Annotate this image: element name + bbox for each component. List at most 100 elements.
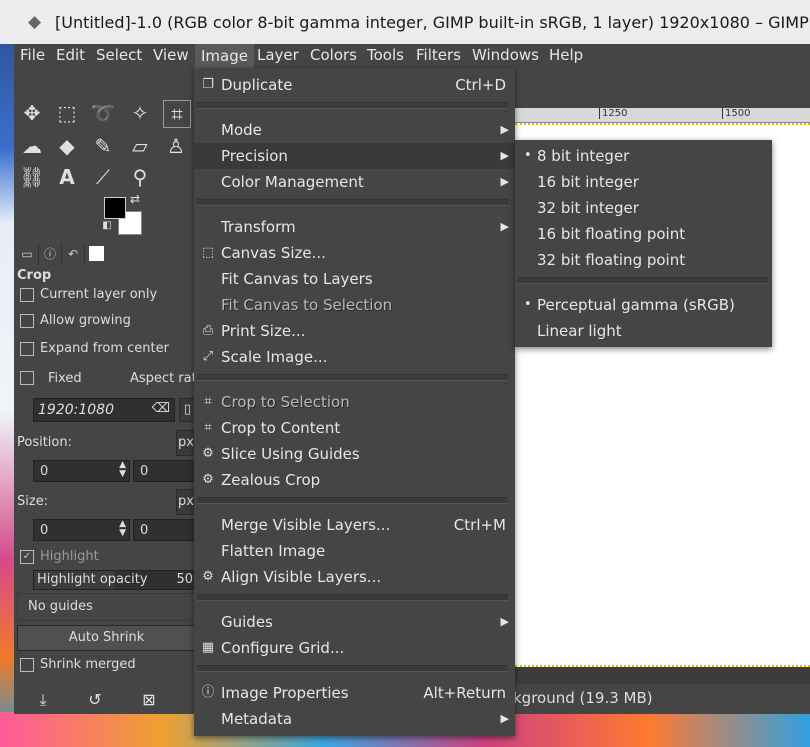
- menu-item-align-visible-layers[interactable]: ⚙ Align Visible Layers...: [194, 564, 515, 590]
- menu-item-image-properties[interactable]: ⓘ Image Properties Alt+Return: [194, 680, 515, 706]
- text-tool-icon[interactable]: A: [54, 164, 80, 190]
- duplicate-icon: ❐: [202, 77, 214, 92]
- submenu-arrow-icon: ▶: [500, 615, 509, 628]
- allow-growing-checkbox[interactable]: [20, 314, 34, 328]
- menu-item-crop-to-content[interactable]: ⌗ Crop to Content: [194, 415, 515, 441]
- menu-image[interactable]: Image: [195, 44, 254, 68]
- menu-item-fit-canvas-to-selection[interactable]: Fit Canvas to Selection: [194, 292, 515, 318]
- gamma-item-perceptual[interactable]: • Perceptual gamma (sRGB): [515, 292, 772, 318]
- expand-from-center-checkbox[interactable]: [20, 342, 34, 356]
- position-y-input[interactable]: 0: [133, 460, 196, 482]
- menu-item-scale-image[interactable]: ⤢ Scale Image...: [194, 344, 515, 370]
- menu-item-print-size[interactable]: ⎙ Print Size...: [194, 318, 515, 344]
- highlight-checkbox[interactable]: ✓: [20, 550, 34, 564]
- default-colors-icon[interactable]: ◧: [100, 219, 114, 233]
- menu-filters[interactable]: Filters: [416, 46, 461, 64]
- menu-select[interactable]: Select: [96, 46, 142, 64]
- move-tool-icon[interactable]: ✥: [19, 100, 45, 126]
- delete-options-icon[interactable]: ⊠: [136, 687, 162, 713]
- size-unit-select[interactable]: px: [176, 489, 196, 515]
- restore-options-icon[interactable]: ↺: [82, 687, 108, 713]
- highlight-label: Highlight: [40, 549, 99, 564]
- menu-colors[interactable]: Colors: [310, 46, 357, 64]
- device-status-tab-icon[interactable]: ⓘ: [39, 243, 62, 265]
- aspect-ratio-select[interactable]: Aspect ratio: [130, 371, 194, 386]
- menu-tools[interactable]: Tools: [367, 46, 404, 64]
- shrink-merged-label: Shrink merged: [40, 657, 136, 672]
- lasso-tool-icon[interactable]: ➰: [90, 100, 116, 126]
- info-icon: ⓘ: [201, 685, 215, 700]
- fuzzy-select-tool-icon[interactable]: ✧: [127, 100, 153, 126]
- color-picker-tool-icon[interactable]: ⟋: [90, 164, 116, 190]
- foreground-color-swatch[interactable]: [104, 197, 126, 219]
- print-icon: ⎙: [202, 323, 214, 338]
- bucket-fill-tool-icon[interactable]: ◆: [54, 133, 80, 159]
- clear-icon[interactable]: ⌫: [152, 401, 170, 416]
- ratio-input[interactable]: 1920:1080 ⌫: [33, 398, 175, 422]
- tool-options-tab-icon[interactable]: ▭: [16, 243, 39, 265]
- window-title-bar: ◆ [Untitled]-1.0 (RGB color 8-bit gamma …: [0, 0, 810, 44]
- submenu-arrow-icon: ▶: [500, 175, 509, 188]
- position-x-input[interactable]: 0 ▲ ▼: [33, 460, 130, 482]
- submenu-arrow-icon: ▶: [500, 149, 509, 162]
- menu-item-metadata[interactable]: Metadata ▶: [194, 706, 515, 732]
- save-options-icon[interactable]: ⤓: [30, 687, 56, 713]
- fixed-checkbox[interactable]: [20, 371, 34, 385]
- paths-tool-icon[interactable]: ⛓: [19, 164, 45, 190]
- zoom-tool-icon[interactable]: ⚲: [127, 164, 153, 190]
- menu-item-configure-grid[interactable]: ▦ Configure Grid...: [194, 635, 515, 661]
- ratio-value: 1920:1080: [38, 402, 114, 418]
- gamma-item-linear[interactable]: Linear light: [515, 318, 772, 344]
- eraser-tool-icon[interactable]: ▱: [127, 133, 153, 159]
- menu-view[interactable]: View: [153, 46, 189, 64]
- horizontal-ruler: 1250 1500: [515, 108, 810, 123]
- menu-item-guides[interactable]: Guides ▶: [194, 609, 515, 635]
- menu-separator: [518, 277, 769, 284]
- precision-item-32bit-float[interactable]: 32 bit floating point: [515, 247, 772, 273]
- menu-separator: [197, 665, 508, 672]
- auto-shrink-button[interactable]: Auto Shrink: [17, 625, 196, 651]
- menu-item-color-management[interactable]: Color Management ▶: [194, 169, 515, 195]
- menu-file[interactable]: File: [20, 46, 45, 64]
- warp-tool-icon[interactable]: ☁: [19, 133, 45, 159]
- crop-tool-icon[interactable]: ⌗: [163, 100, 191, 128]
- precision-submenu: • 8 bit integer 16 bit integer 32 bit int…: [515, 140, 772, 347]
- menu-item-duplicate[interactable]: ❐ Duplicate Ctrl+D: [194, 72, 515, 98]
- menu-item-canvas-size[interactable]: ⬚ Canvas Size...: [194, 240, 515, 266]
- rect-select-tool-icon[interactable]: ⬚: [54, 100, 80, 126]
- clone-tool-icon[interactable]: ♙: [163, 133, 189, 159]
- menu-item-slice-using-guides[interactable]: ⚙ Slice Using Guides: [194, 441, 515, 467]
- ruler-mark: 1500: [722, 108, 750, 119]
- menu-item-merge-visible-layers[interactable]: Merge Visible Layers... Ctrl+M: [194, 512, 515, 538]
- canvas-size-icon: ⬚: [201, 245, 215, 260]
- menu-separator: [197, 102, 508, 109]
- menu-layer[interactable]: Layer: [257, 46, 299, 64]
- size-x-input[interactable]: 0 ▲ ▼: [33, 519, 130, 541]
- menu-item-zealous-crop[interactable]: ⚙ Zealous Crop: [194, 467, 515, 493]
- guides-select[interactable]: No guides: [17, 593, 196, 621]
- menu-item-mode[interactable]: Mode ▶: [194, 117, 515, 143]
- menu-item-precision[interactable]: Precision ▶: [194, 143, 515, 169]
- current-layer-only-checkbox[interactable]: [20, 288, 34, 302]
- precision-item-32bit-integer[interactable]: 32 bit integer: [515, 195, 772, 221]
- precision-item-16bit-float[interactable]: 16 bit floating point: [515, 221, 772, 247]
- image-menu: ❐ Duplicate Ctrl+D Mode ▶ Precision ▶ Color …: [194, 68, 515, 736]
- menu-item-fit-canvas-to-layers[interactable]: Fit Canvas to Layers: [194, 266, 515, 292]
- images-tab-icon[interactable]: [85, 243, 107, 265]
- precision-item-8bit-integer[interactable]: • 8 bit integer: [515, 143, 772, 169]
- undo-history-tab-icon[interactable]: ↶: [62, 243, 85, 265]
- menu-help[interactable]: Help: [549, 46, 583, 64]
- menu-windows[interactable]: Windows: [472, 46, 539, 64]
- paintbrush-tool-icon[interactable]: ✎: [90, 133, 116, 159]
- submenu-arrow-icon: ▶: [500, 712, 509, 725]
- menu-item-flatten-image[interactable]: Flatten Image: [194, 538, 515, 564]
- shrink-merged-checkbox[interactable]: [20, 658, 34, 672]
- precision-item-16bit-integer[interactable]: 16 bit integer: [515, 169, 772, 195]
- menu-edit[interactable]: Edit: [56, 46, 85, 64]
- menu-item-crop-to-selection[interactable]: ⌗ Crop to Selection: [194, 389, 515, 415]
- position-unit-select[interactable]: px: [176, 430, 196, 456]
- size-y-input[interactable]: 0: [133, 519, 196, 541]
- swap-colors-icon[interactable]: ⇄: [127, 191, 143, 207]
- menu-item-transform[interactable]: Transform ▶: [194, 214, 515, 240]
- highlight-opacity-slider[interactable]: Highlight opacity 50: [33, 570, 196, 590]
